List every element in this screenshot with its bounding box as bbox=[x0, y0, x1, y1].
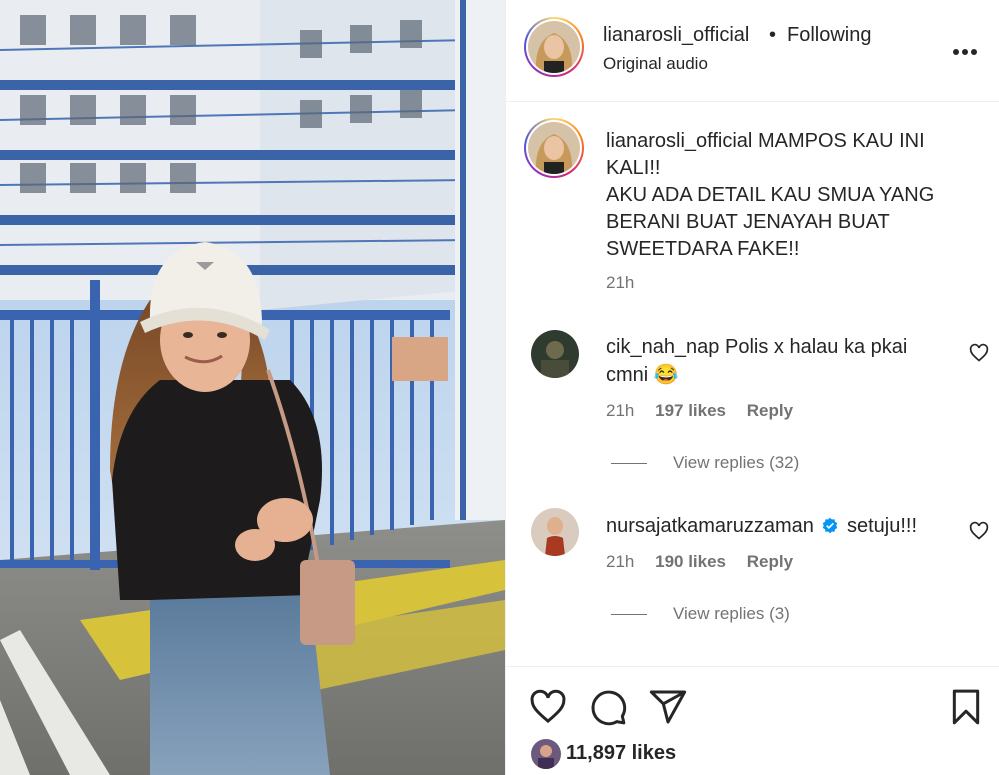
comment-text: cik_nah_nap Polis x halau ka pkai cmni 😂 bbox=[606, 333, 936, 389]
comment-likes[interactable]: 197 likes bbox=[655, 401, 726, 420]
comment-text: nursajatkamaruzzaman setuju!!! bbox=[606, 512, 966, 540]
view-replies-button[interactable]: View replies (32) bbox=[611, 453, 799, 473]
comment-time[interactable]: 21h bbox=[606, 401, 634, 420]
commenter-avatar[interactable] bbox=[531, 330, 579, 378]
comment-icon[interactable] bbox=[588, 687, 628, 727]
post-details-panel: lianarosli_official • Following Original… bbox=[505, 0, 999, 775]
caption-text: lianarosli_official MAMPOS KAU INI KALI!… bbox=[606, 128, 976, 263]
reply-button[interactable]: Reply bbox=[747, 552, 793, 571]
comment-likes[interactable]: 190 likes bbox=[655, 552, 726, 571]
author-username[interactable]: lianarosli_official bbox=[603, 24, 749, 47]
laughing-emoji-icon: 😂 bbox=[653, 364, 679, 386]
following-button[interactable]: Following bbox=[787, 24, 871, 47]
post-photo bbox=[0, 0, 505, 775]
comment-body: setuju!!! bbox=[847, 515, 918, 537]
comment-meta: 21h 197 likes Reply bbox=[606, 401, 809, 421]
likes-count[interactable]: 11,897 likes bbox=[566, 742, 676, 765]
post-media[interactable] bbox=[0, 0, 505, 775]
commenter-avatar[interactable] bbox=[531, 508, 579, 556]
caption-line2: AKU ADA DETAIL KAU SMUA YANG BERANI BUAT… bbox=[606, 184, 935, 260]
reply-button[interactable]: Reply bbox=[747, 401, 793, 420]
caption-username[interactable]: lianarosli_official bbox=[606, 130, 752, 152]
verified-badge-icon bbox=[823, 517, 838, 534]
comment-username[interactable]: cik_nah_nap bbox=[606, 336, 719, 358]
view-replies-label: View replies (32) bbox=[673, 453, 800, 472]
separator-dot: • bbox=[769, 24, 777, 46]
action-bar: 11,897 likes bbox=[506, 666, 999, 775]
author-avatar-image bbox=[528, 21, 580, 73]
comment-username[interactable]: nursajatkamaruzzaman bbox=[606, 515, 814, 537]
liker-avatar[interactable] bbox=[531, 739, 561, 769]
comment-meta: 21h 190 likes Reply bbox=[606, 552, 809, 572]
heart-icon[interactable] bbox=[528, 687, 568, 727]
bookmark-icon[interactable] bbox=[946, 687, 986, 727]
view-replies-button[interactable]: View replies (3) bbox=[611, 604, 790, 624]
caption-timestamp[interactable]: 21h bbox=[606, 273, 634, 293]
view-replies-line bbox=[611, 463, 647, 465]
post-header: lianarosli_official • Following Original… bbox=[506, 0, 999, 102]
audio-link[interactable]: Original audio bbox=[603, 54, 708, 74]
view-replies-label: View replies (3) bbox=[673, 604, 790, 623]
more-options-icon[interactable] bbox=[952, 34, 978, 60]
comment-like-heart-icon[interactable] bbox=[969, 521, 989, 541]
comment-like-heart-icon[interactable] bbox=[969, 343, 989, 363]
caption-avatar[interactable] bbox=[524, 118, 584, 178]
author-avatar[interactable] bbox=[524, 17, 584, 77]
send-icon[interactable] bbox=[648, 687, 688, 727]
comment-time[interactable]: 21h bbox=[606, 552, 634, 571]
caption-avatar-image bbox=[528, 122, 580, 174]
view-replies-line bbox=[611, 614, 647, 616]
